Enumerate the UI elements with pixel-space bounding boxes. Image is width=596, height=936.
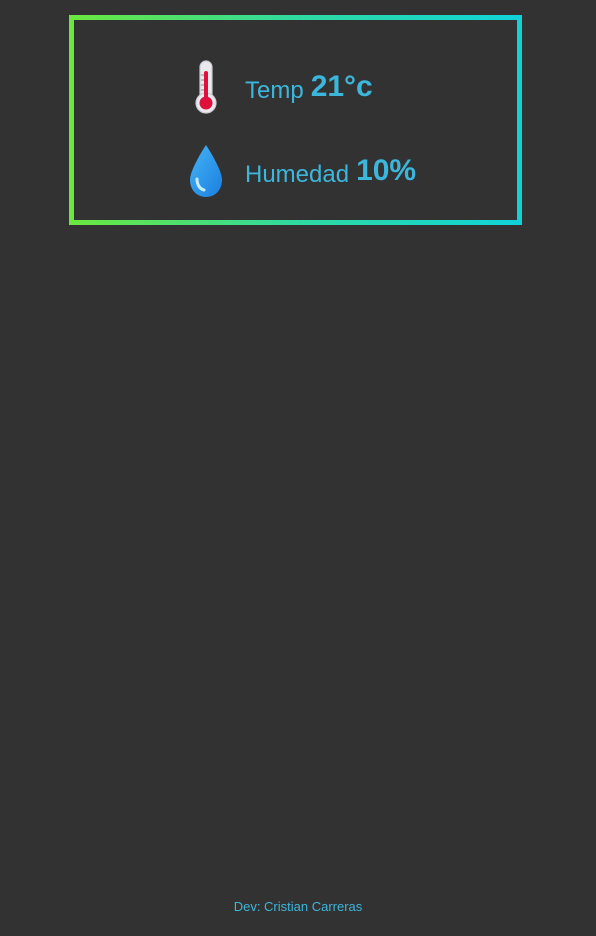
footer-credit: Dev: Cristian Carreras [233, 899, 363, 914]
temperature-value: 21°c [310, 70, 373, 103]
thermometer-icon [186, 58, 226, 116]
droplet-icon [186, 142, 226, 200]
humidity-row: Humedad 10% [186, 142, 416, 200]
humidity-label: Humedad [245, 161, 350, 188]
sensor-card: Temp 21°c Humedad 10% [69, 15, 522, 225]
humidity-value: 10% [356, 154, 417, 187]
temperature-label: Temp [245, 77, 304, 104]
temperature-row: Temp 21°c [186, 58, 373, 116]
